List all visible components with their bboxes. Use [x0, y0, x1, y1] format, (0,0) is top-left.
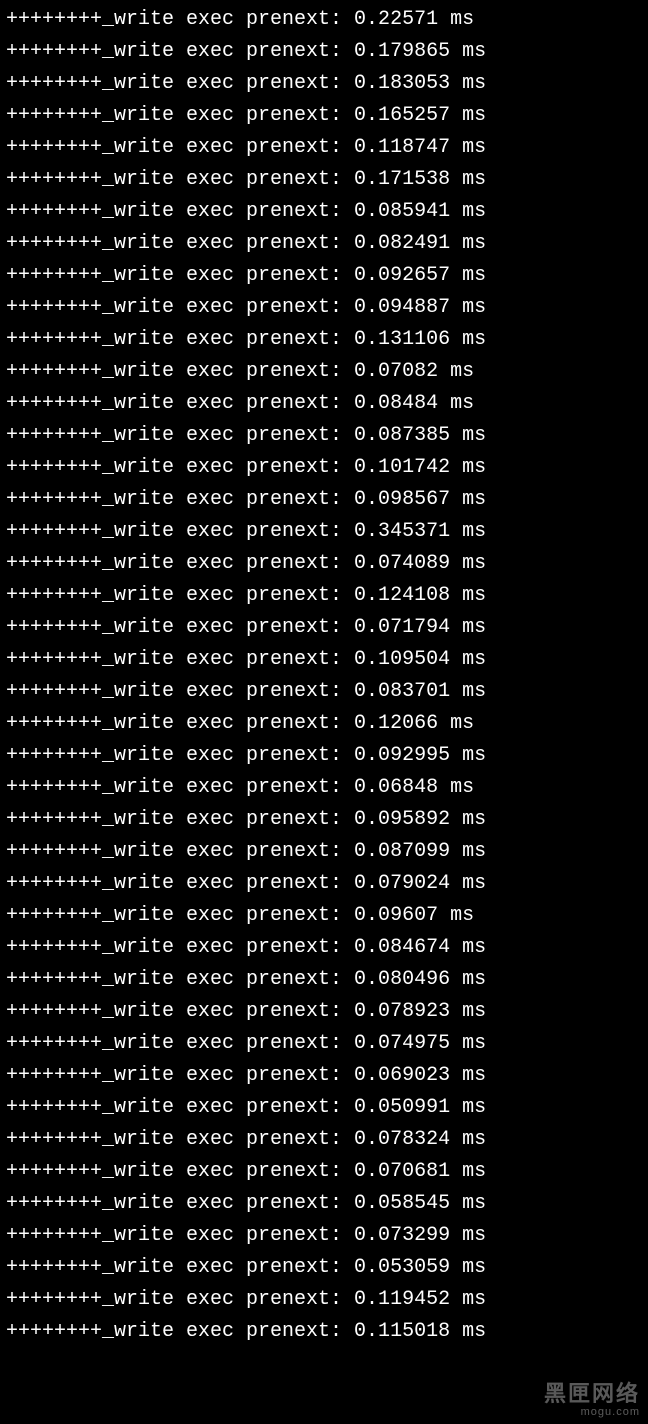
log-line: ++++++++_write exec prenext: 0.092657 ms: [6, 260, 642, 292]
log-line: ++++++++_write exec prenext: 0.092995 ms: [6, 740, 642, 772]
log-line: ++++++++_write exec prenext: 0.058545 ms: [6, 1188, 642, 1220]
log-line: ++++++++_write exec prenext: 0.069023 ms: [6, 1060, 642, 1092]
log-line: ++++++++_write exec prenext: 0.078324 ms: [6, 1124, 642, 1156]
watermark-main: 黑匣网络: [544, 1382, 640, 1406]
log-line: ++++++++_write exec prenext: 0.08484 ms: [6, 388, 642, 420]
log-line: ++++++++_write exec prenext: 0.095892 ms: [6, 804, 642, 836]
log-line: ++++++++_write exec prenext: 0.087099 ms: [6, 836, 642, 868]
log-line: ++++++++_write exec prenext: 0.078923 ms: [6, 996, 642, 1028]
watermark-sub: mogu.com: [544, 1406, 640, 1418]
log-line: ++++++++_write exec prenext: 0.07082 ms: [6, 356, 642, 388]
log-line: ++++++++_write exec prenext: 0.09607 ms: [6, 900, 642, 932]
watermark: 黑匣网络 mogu.com: [544, 1382, 640, 1418]
log-line: ++++++++_write exec prenext: 0.22571 ms: [6, 4, 642, 36]
terminal-output: ++++++++_write exec prenext: 0.22571 ms+…: [0, 0, 648, 1352]
log-line: ++++++++_write exec prenext: 0.179865 ms: [6, 36, 642, 68]
log-line: ++++++++_write exec prenext: 0.079024 ms: [6, 868, 642, 900]
log-line: ++++++++_write exec prenext: 0.084674 ms: [6, 932, 642, 964]
log-line: ++++++++_write exec prenext: 0.101742 ms: [6, 452, 642, 484]
log-line: ++++++++_write exec prenext: 0.115018 ms: [6, 1316, 642, 1348]
log-line: ++++++++_write exec prenext: 0.083701 ms: [6, 676, 642, 708]
log-line: ++++++++_write exec prenext: 0.080496 ms: [6, 964, 642, 996]
log-line: ++++++++_write exec prenext: 0.087385 ms: [6, 420, 642, 452]
log-line: ++++++++_write exec prenext: 0.345371 ms: [6, 516, 642, 548]
log-line: ++++++++_write exec prenext: 0.070681 ms: [6, 1156, 642, 1188]
log-line: ++++++++_write exec prenext: 0.118747 ms: [6, 132, 642, 164]
log-line: ++++++++_write exec prenext: 0.119452 ms: [6, 1284, 642, 1316]
log-line: ++++++++_write exec prenext: 0.131106 ms: [6, 324, 642, 356]
log-line: ++++++++_write exec prenext: 0.082491 ms: [6, 228, 642, 260]
log-line: ++++++++_write exec prenext: 0.06848 ms: [6, 772, 642, 804]
log-line: ++++++++_write exec prenext: 0.171538 ms: [6, 164, 642, 196]
log-line: ++++++++_write exec prenext: 0.165257 ms: [6, 100, 642, 132]
log-line: ++++++++_write exec prenext: 0.12066 ms: [6, 708, 642, 740]
log-line: ++++++++_write exec prenext: 0.050991 ms: [6, 1092, 642, 1124]
log-line: ++++++++_write exec prenext: 0.073299 ms: [6, 1220, 642, 1252]
log-line: ++++++++_write exec prenext: 0.094887 ms: [6, 292, 642, 324]
log-line: ++++++++_write exec prenext: 0.085941 ms: [6, 196, 642, 228]
log-line: ++++++++_write exec prenext: 0.071794 ms: [6, 612, 642, 644]
log-line: ++++++++_write exec prenext: 0.074089 ms: [6, 548, 642, 580]
log-line: ++++++++_write exec prenext: 0.183053 ms: [6, 68, 642, 100]
log-line: ++++++++_write exec prenext: 0.053059 ms: [6, 1252, 642, 1284]
log-line: ++++++++_write exec prenext: 0.074975 ms: [6, 1028, 642, 1060]
log-line: ++++++++_write exec prenext: 0.098567 ms: [6, 484, 642, 516]
log-line: ++++++++_write exec prenext: 0.109504 ms: [6, 644, 642, 676]
log-line: ++++++++_write exec prenext: 0.124108 ms: [6, 580, 642, 612]
